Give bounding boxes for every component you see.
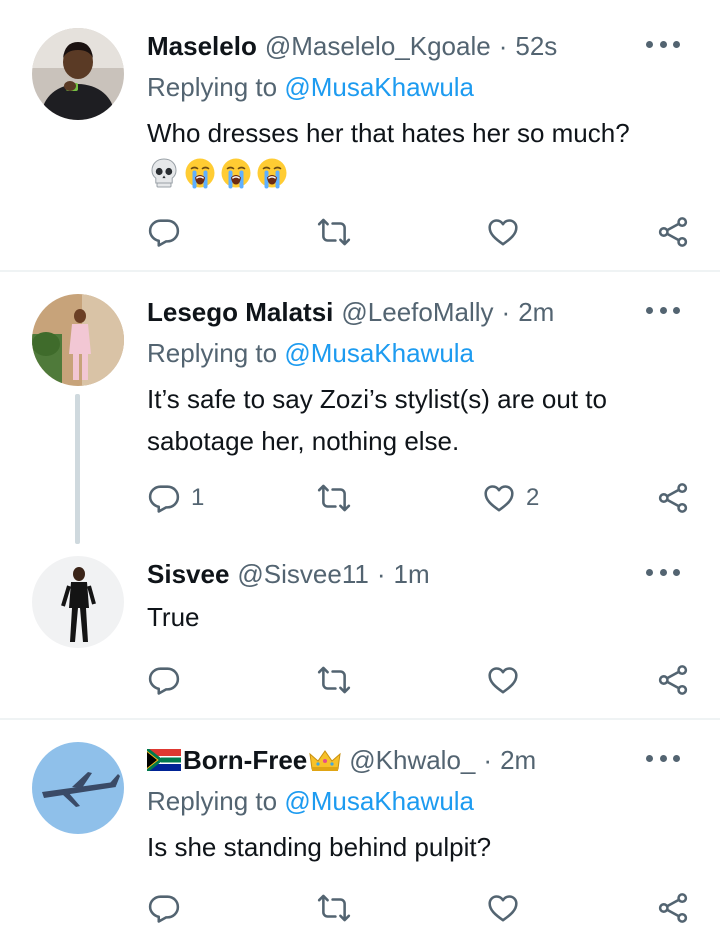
more-icon[interactable] <box>646 746 680 770</box>
share-button[interactable] <box>656 212 690 252</box>
share-icon <box>656 481 690 515</box>
tweet[interactable]: Maselelo @Maselelo_Kgoale · 52s Replying… <box>0 0 720 272</box>
like-icon <box>482 481 516 515</box>
skull-icon <box>147 156 181 190</box>
tweet[interactable]: Lesego Malatsi @LeefoMally · 2m Replying… <box>0 272 720 544</box>
action-bar <box>147 660 692 700</box>
avatar[interactable] <box>32 294 124 386</box>
share-button[interactable] <box>656 660 690 700</box>
tweet-header: Born-Free @Khwalo_ · 2m <box>147 742 680 778</box>
more-icon[interactable] <box>646 560 680 584</box>
like-icon <box>486 663 520 697</box>
reply-count: 1 <box>191 484 205 511</box>
action-bar <box>147 888 692 928</box>
tweet-text: It’s safe to say Zozi’s stylist(s) are o… <box>147 384 607 456</box>
display-name[interactable]: Sisvee <box>147 556 229 592</box>
retweet-button[interactable] <box>317 212 361 252</box>
tweet-header: Maselelo @Maselelo_Kgoale · 52s <box>147 28 680 64</box>
reply-button[interactable] <box>147 660 191 700</box>
retweet-icon <box>317 663 351 697</box>
reply-button[interactable] <box>147 888 191 928</box>
mention-link[interactable]: @MusaKhawula <box>284 72 474 102</box>
replying-to: Replying to @MusaKhawula <box>147 336 680 370</box>
avatar[interactable] <box>32 556 124 648</box>
timestamp[interactable]: 2m <box>518 294 554 330</box>
avatar[interactable] <box>32 742 124 834</box>
replying-prefix: Replying to <box>147 72 278 102</box>
replying-prefix: Replying to <box>147 338 278 368</box>
avatar-image <box>32 556 124 648</box>
tweet-text: Who dresses her that hates her so much? <box>147 118 630 148</box>
like-button[interactable] <box>486 212 530 252</box>
share-icon <box>656 663 690 697</box>
separator: · <box>483 745 493 775</box>
avatar-image <box>32 28 124 120</box>
timestamp[interactable]: 1m <box>394 556 430 592</box>
more-icon[interactable] <box>646 298 680 322</box>
separator: · <box>376 559 386 589</box>
replying-to: Replying to @MusaKhawula <box>147 70 680 104</box>
timestamp[interactable]: 52s <box>515 28 557 64</box>
tweet-header: Sisvee @Sisvee11 · 1m <box>147 556 680 592</box>
tweet-text: True <box>147 602 200 632</box>
retweet-button[interactable] <box>317 478 361 518</box>
display-name[interactable]: Lesego Malatsi <box>147 294 333 330</box>
avatar-image <box>32 294 124 386</box>
share-button[interactable] <box>656 888 690 928</box>
separator: · <box>501 297 511 327</box>
user-handle[interactable]: @Sisvee11 <box>237 556 368 592</box>
user-handle[interactable]: @LeefoMally <box>341 294 493 330</box>
retweet-button[interactable] <box>317 888 361 928</box>
share-icon <box>656 891 690 925</box>
mention-link[interactable]: @MusaKhawula <box>284 338 474 368</box>
crown-icon <box>309 750 341 771</box>
tweet[interactable]: Born-Free @Khwalo_ · 2m Replying to @Mus… <box>0 720 720 932</box>
like-button[interactable] <box>486 888 530 928</box>
action-bar: 1 2 <box>147 478 692 518</box>
mention-link[interactable]: @MusaKhawula <box>284 786 474 816</box>
reply-icon <box>147 481 181 515</box>
replying-prefix: Replying to <box>147 786 278 816</box>
retweet-icon <box>317 481 351 515</box>
retweet-icon <box>317 891 351 925</box>
like-icon <box>486 891 520 925</box>
loudly-crying-face-icon <box>255 156 289 190</box>
retweet-icon <box>317 215 351 249</box>
reply-icon <box>147 215 181 249</box>
avatar-image <box>32 742 124 834</box>
share-button[interactable] <box>656 478 690 518</box>
loudly-crying-face-icon <box>183 156 217 190</box>
reply-button[interactable]: 1 <box>147 478 204 518</box>
separator: · <box>498 31 508 61</box>
like-count: 2 <box>526 484 540 511</box>
replying-to: Replying to @MusaKhawula <box>147 784 680 818</box>
reply-icon <box>147 891 181 925</box>
retweet-button[interactable] <box>317 660 361 700</box>
like-button[interactable]: 2 <box>482 478 539 518</box>
avatar[interactable] <box>32 28 124 120</box>
user-handle[interactable]: @Khwalo_ <box>349 742 475 778</box>
display-name[interactable]: Born-Free <box>183 742 307 778</box>
tweet-text: Is she standing behind pulpit? <box>147 832 492 862</box>
tweet-header: Lesego Malatsi @LeefoMally · 2m <box>147 294 680 330</box>
like-button[interactable] <box>486 660 530 700</box>
reply-button[interactable] <box>147 212 191 252</box>
display-name[interactable]: Maselelo <box>147 28 257 64</box>
like-icon <box>486 215 520 249</box>
action-bar <box>147 212 692 252</box>
loudly-crying-face-icon <box>219 156 253 190</box>
reply-icon <box>147 663 181 697</box>
tweet[interactable]: Sisvee @Sisvee11 · 1m True <box>0 542 720 720</box>
south-africa-flag-icon <box>147 749 181 771</box>
emoji-row <box>147 156 680 190</box>
user-handle[interactable]: @Maselelo_Kgoale <box>265 28 491 64</box>
more-icon[interactable] <box>646 32 680 56</box>
thread-line <box>75 394 80 544</box>
share-icon <box>656 215 690 249</box>
timestamp[interactable]: 2m <box>500 742 536 778</box>
